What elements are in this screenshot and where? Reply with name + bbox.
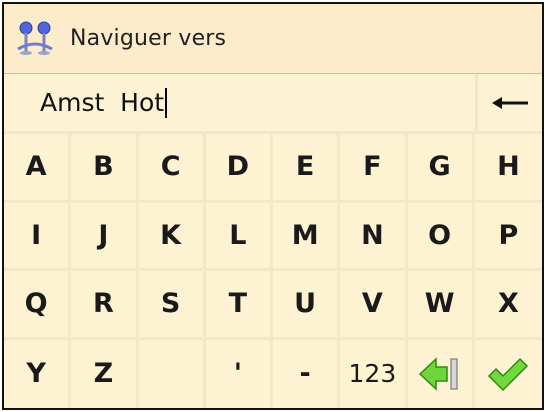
confirm-button[interactable]: [474, 339, 542, 408]
key-g[interactable]: G: [407, 134, 475, 203]
key-l[interactable]: L: [205, 202, 273, 271]
key-dash[interactable]: -: [273, 339, 341, 408]
keyboard-toggle-button[interactable]: [407, 339, 475, 408]
key-apostrophe[interactable]: ': [205, 339, 273, 408]
key-u[interactable]: U: [273, 271, 341, 340]
backspace-arrow-icon: [492, 96, 528, 109]
key-p[interactable]: P: [474, 202, 542, 271]
key-z[interactable]: Z: [71, 339, 139, 408]
key-c[interactable]: C: [138, 134, 206, 203]
key-f[interactable]: F: [340, 134, 408, 203]
key-b[interactable]: B: [71, 134, 139, 203]
green-checkmark-icon: [488, 357, 529, 391]
key-k[interactable]: K: [138, 202, 206, 271]
key-o[interactable]: O: [407, 202, 475, 271]
backspace-button[interactable]: [478, 74, 542, 131]
key-v[interactable]: V: [340, 271, 408, 340]
green-arrow-bar-icon: [418, 357, 458, 391]
search-input-value: Amst Hot: [40, 88, 165, 117]
key-numbers[interactable]: 123: [340, 339, 408, 408]
input-row: Amst Hot: [4, 74, 542, 134]
key-empty: [138, 339, 206, 408]
key-r[interactable]: R: [71, 271, 139, 340]
on-screen-keyboard: A B C D E F G H I J K L M N O P Q R S T …: [4, 134, 542, 408]
key-x[interactable]: X: [474, 271, 542, 340]
key-y[interactable]: Y: [4, 339, 72, 408]
key-a[interactable]: A: [4, 134, 72, 203]
key-w[interactable]: W: [407, 271, 475, 340]
key-n[interactable]: N: [340, 202, 408, 271]
key-d[interactable]: D: [205, 134, 273, 203]
key-j[interactable]: J: [71, 202, 139, 271]
dialog-title: Naviguer vers: [70, 26, 227, 51]
key-q[interactable]: Q: [4, 271, 72, 340]
key-e[interactable]: E: [273, 134, 341, 203]
navigate-to-dialog: Naviguer vers Amst Hot A B C D E F G H I…: [2, 2, 544, 410]
navigation-pins-icon: [17, 21, 53, 55]
key-i[interactable]: I: [4, 202, 72, 271]
key-t[interactable]: T: [205, 271, 273, 340]
destination-search-input[interactable]: Amst Hot: [4, 74, 478, 131]
key-h[interactable]: H: [474, 134, 542, 203]
title-bar: Naviguer vers: [4, 4, 542, 74]
text-caret: [165, 87, 168, 118]
key-m[interactable]: M: [273, 202, 341, 271]
key-s[interactable]: S: [138, 271, 206, 340]
